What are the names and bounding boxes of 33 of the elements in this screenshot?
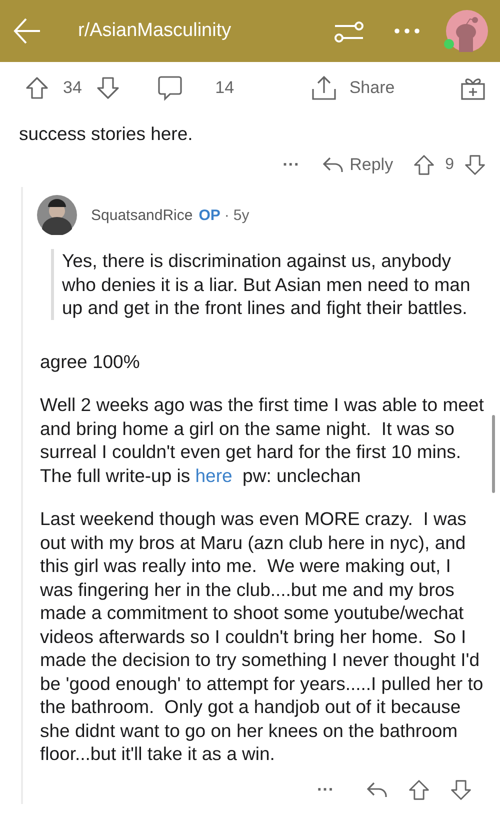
downvote-icon[interactable] xyxy=(464,154,486,176)
comment-paragraph: Well 2 weeks ago was the first time I was able to meet and bring home a girl on the same night. It was so surreal I couldn't even get hard for the first 10 mins. The full write-up is here pw: unclechan xyxy=(40,393,485,487)
post-text: success stories here. xyxy=(19,122,194,145)
link[interactable]: here xyxy=(195,464,232,486)
upvote-icon[interactable] xyxy=(413,154,436,176)
comment-paragraph: Last weekend though was even MORE crazy. I was out with my bros at Maru (azn club here in nyc), and this girl was really into me. We were making out, I was fingering her in the club....but me and my bros made a commitment to shoot some youtube/wechat videos afterwards so I couldn't bring her home. So I made the decision to try something I never thought I'd be 'good enough' to attempt for years.....I pulled her to the bathroom. Only got a handjob out of it because she didnt want to go on her knees on the bathroom floor...but it'll take it as a win. xyxy=(40,507,484,766)
comment-author[interactable]: SquatsandRice xyxy=(91,206,193,224)
vote-count: 9 xyxy=(445,156,454,174)
downvote-icon[interactable] xyxy=(450,778,472,800)
more-icon[interactable] xyxy=(394,28,420,34)
reply-icon xyxy=(322,156,344,174)
comment-count: 14 xyxy=(215,78,234,98)
back-arrow-icon[interactable] xyxy=(12,16,42,46)
op-label: OP xyxy=(198,206,220,224)
more-button[interactable]: ··· xyxy=(282,155,300,175)
comment-icon[interactable] xyxy=(157,75,184,101)
reply-icon[interactable] xyxy=(366,780,388,798)
share-button[interactable]: Share xyxy=(311,75,395,101)
vote-count: 34 xyxy=(63,78,82,98)
comment-age: 5y xyxy=(233,206,250,224)
downvote-icon[interactable] xyxy=(96,76,120,100)
upvote-icon[interactable] xyxy=(25,76,49,100)
user-avatar-icon[interactable] xyxy=(37,195,77,235)
sliders-icon[interactable] xyxy=(334,19,364,43)
reply-button[interactable]: Reply xyxy=(322,155,394,175)
subreddit-title: r/AsianMasculinity xyxy=(78,20,232,42)
share-icon xyxy=(311,75,338,101)
more-button[interactable]: ··· xyxy=(317,780,334,800)
scrollbar[interactable] xyxy=(492,415,495,493)
quoted-text: Yes, there is discrimination against us, anybody who denies it is a liar. But Asian men need to man up and get in the front lines and fight their battles. xyxy=(51,249,486,320)
comment-paragraph: agree 100% xyxy=(40,350,141,373)
upvote-icon[interactable] xyxy=(408,778,430,800)
separator-dot: · xyxy=(224,206,230,224)
